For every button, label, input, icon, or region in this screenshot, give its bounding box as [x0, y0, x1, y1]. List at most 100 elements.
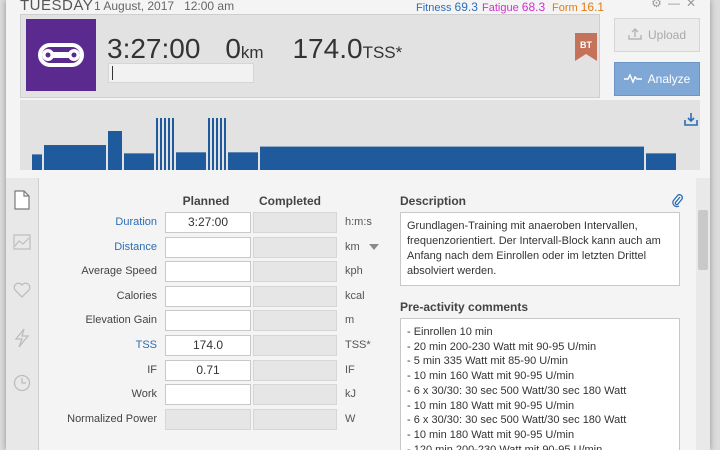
form-value: 16.1	[580, 0, 605, 14]
planned-header: Planned	[182, 194, 230, 208]
left-tab-rail	[6, 178, 39, 450]
planned-field[interactable]: 0.71	[165, 359, 251, 381]
graph-interval-bar	[160, 118, 162, 170]
comment-line: - 5 min 335 Watt mit 85-90 U/min	[407, 355, 568, 368]
row-label[interactable]: Distance	[39, 241, 157, 253]
graph-segment-bar	[260, 146, 644, 170]
comment-line: - 10 min 160 Watt mit 90-95 U/min	[407, 370, 575, 383]
workout-title-input[interactable]	[108, 63, 254, 83]
unit-label: kJ	[345, 388, 356, 401]
pulse-icon	[623, 72, 642, 87]
graph-interval-bar	[164, 118, 166, 170]
graph-segment-bar	[32, 154, 42, 170]
completed-field[interactable]	[253, 285, 337, 307]
distance-unit-dropdown-arrow[interactable]	[369, 244, 379, 250]
form-label: Form	[552, 2, 578, 14]
completed-field[interactable]	[253, 408, 337, 430]
scrollbar-thumb[interactable]	[698, 210, 708, 270]
pre-activity-comments[interactable]: - Einrollen 10 min - 20 min 200-230 Watt …	[400, 318, 680, 450]
upload-icon	[628, 27, 642, 43]
fitness-value: 69.3	[454, 0, 478, 14]
bt-badge: BT	[575, 33, 597, 61]
fatigue-value: 68.3	[521, 0, 546, 14]
download-icon[interactable]	[684, 112, 698, 131]
summary-distance: 0	[225, 33, 241, 64]
window-controls: ⚙—✕	[651, 0, 702, 10]
unit-label: kcal	[345, 289, 365, 302]
summary-stats: 3:27:00 0km 174.0TSS*	[107, 33, 402, 65]
comment-line: - 120 min 200-230 Watt mit 90-95 U/min	[407, 443, 603, 450]
heart-icon[interactable]	[13, 282, 31, 303]
workout-dialog: TUESDAY 1 August, 2017 12:00 am Fitness …	[6, 0, 710, 450]
row-label[interactable]: Duration	[39, 216, 157, 228]
clock-icon[interactable]	[13, 374, 31, 397]
graph-interval-bar	[168, 118, 170, 170]
graph-segment-bar	[646, 153, 676, 170]
paperclip-icon[interactable]	[672, 194, 684, 213]
analyze-button[interactable]: Analyze	[614, 62, 700, 96]
text-caret	[112, 66, 113, 80]
row-label: Elevation Gain	[85, 314, 157, 327]
planned-field	[165, 408, 251, 430]
completed-field[interactable]	[253, 261, 337, 283]
graph-interval-bar	[220, 118, 222, 170]
metrics-form: Planned Completed Duration 3:27:00 h:m:s Di…	[39, 178, 394, 450]
completed-field[interactable]	[253, 335, 337, 356]
document-icon[interactable]	[13, 190, 31, 215]
minimize-icon[interactable]: —	[668, 0, 686, 10]
unit-label: kph	[345, 265, 363, 278]
comment-line: - 10 min 180 Watt mit 90-95 U/min	[407, 428, 575, 441]
row-label[interactable]: TSS	[39, 339, 157, 351]
day-name: TUESDAY	[20, 0, 94, 14]
close-icon[interactable]: ✕	[686, 0, 702, 10]
completed-field[interactable]	[253, 359, 337, 381]
workout-structure-graph[interactable]	[20, 100, 700, 170]
completed-field[interactable]	[253, 212, 337, 233]
upload-label: Upload	[647, 28, 687, 42]
unit-label: m	[345, 314, 355, 327]
summary-tss-unit: TSS*	[362, 43, 403, 62]
planned-field[interactable]	[165, 285, 251, 307]
row-label: Calories	[116, 289, 157, 302]
row-label: Average Speed	[81, 265, 157, 278]
comment-line: - Einrollen 10 min	[407, 326, 493, 338]
chart-icon[interactable]	[13, 234, 31, 255]
unit-label: km	[345, 240, 360, 253]
graph-segment-bar	[44, 145, 106, 170]
graph-segment-bar	[108, 131, 122, 170]
row-label: Normalized Power	[67, 412, 157, 425]
planned-field[interactable]: 174.0	[165, 335, 251, 356]
graph-segment-bar	[176, 152, 206, 170]
bike-icon	[38, 43, 84, 67]
graph-interval-bar	[156, 118, 158, 170]
settings-icon[interactable]: ⚙	[651, 0, 668, 10]
planned-field[interactable]	[165, 261, 251, 283]
lightning-icon[interactable]	[13, 328, 31, 353]
sport-tile[interactable]	[26, 19, 96, 91]
fatigue-label: Fatigue	[482, 2, 519, 14]
fitness-label: Fitness	[416, 2, 452, 14]
planned-field[interactable]: 3:27:00	[165, 212, 251, 233]
completed-field[interactable]	[253, 236, 337, 258]
scrollbar[interactable]	[696, 178, 710, 450]
planned-field[interactable]	[165, 384, 251, 406]
bt-badge-label: BT	[580, 40, 592, 50]
description-text[interactable]: Grundlagen-Training mit anaeroben Interv…	[400, 212, 680, 286]
workout-summary: 3:27:00 0km 174.0TSS* BT	[20, 14, 600, 98]
graph-segment-bar	[124, 153, 154, 170]
planned-field[interactable]	[165, 310, 251, 332]
pre-activity-title: Pre-activity comments	[400, 300, 529, 314]
workout-graph-svg	[32, 118, 676, 170]
completed-field[interactable]	[253, 310, 337, 332]
fatigue-metric: Fatigue 68.3	[482, 0, 545, 14]
upload-button[interactable]: Upload	[614, 18, 700, 52]
graph-interval-bar	[216, 118, 218, 170]
graph-interval-bar	[224, 118, 226, 170]
form-metric: Form 16.1	[552, 0, 604, 14]
planned-field[interactable]	[165, 236, 251, 258]
description-title: Description	[400, 194, 467, 208]
graph-interval-bar	[172, 118, 174, 170]
completed-field[interactable]	[253, 384, 337, 406]
summary-duration: 3:27:00	[107, 33, 201, 64]
fitness-metric: Fitness 69.3	[416, 0, 478, 14]
